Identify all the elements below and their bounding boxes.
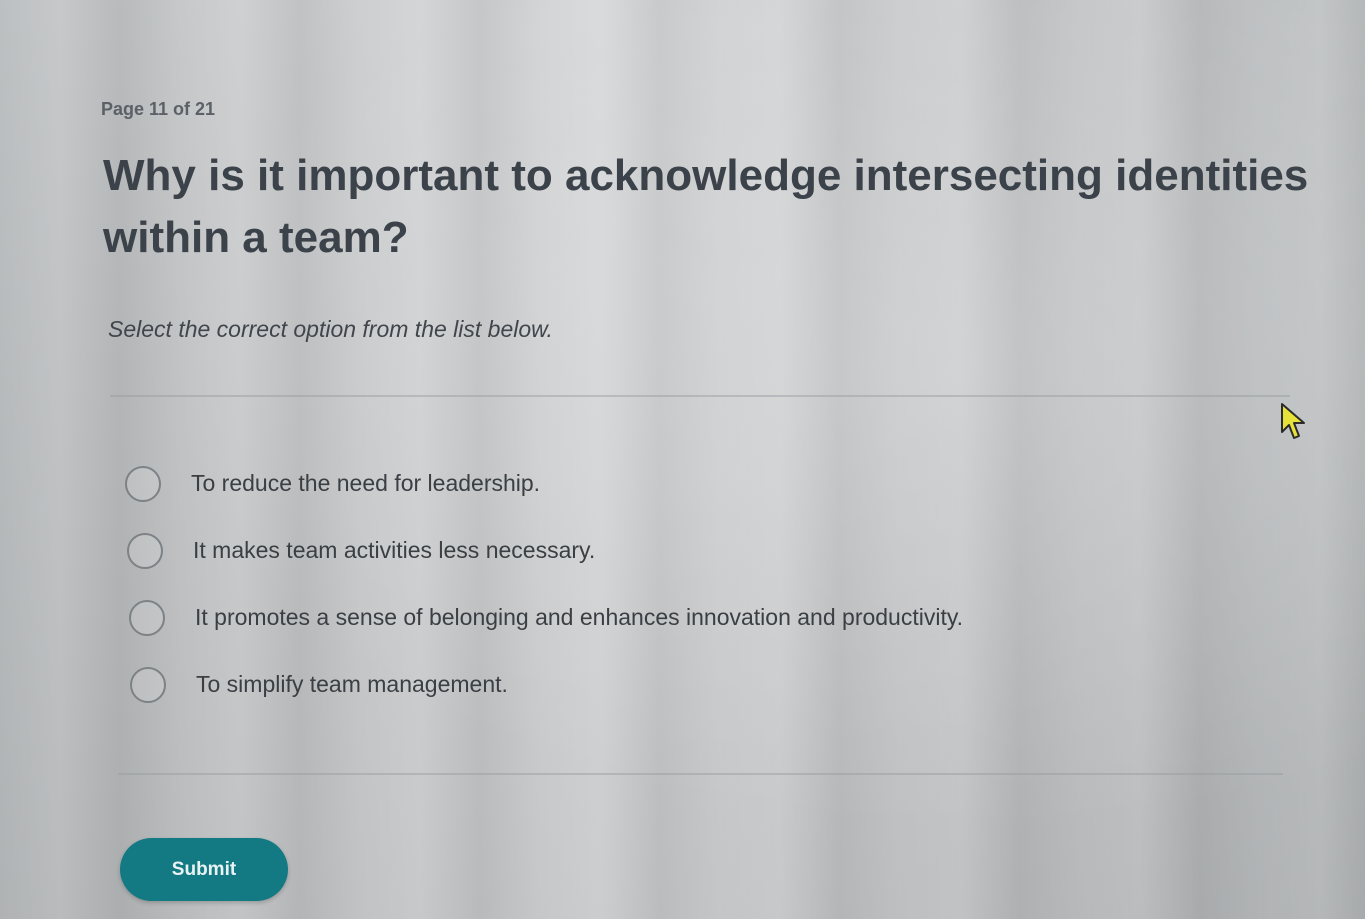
instruction-text: Select the correct option from the list … [108, 316, 553, 342]
divider [118, 773, 1283, 775]
answer-options: To reduce the need for leadership. It ma… [125, 450, 1225, 718]
quiz-page: Page 11 of 21 Why is it important to ack… [0, 0, 1365, 919]
answer-option-1[interactable]: To reduce the need for leadership. [125, 450, 1225, 517]
divider [110, 395, 1290, 397]
radio-button[interactable] [129, 599, 165, 636]
question-title: Why is it important to acknowledge inter… [103, 151, 1309, 262]
answer-option-label[interactable]: To reduce the need for leadership. [191, 470, 540, 497]
radio-button[interactable] [125, 465, 161, 502]
answer-option-3[interactable]: It promotes a sense of belonging and enh… [129, 584, 1225, 651]
mouse-pointer-icon [1281, 403, 1305, 439]
radio-button[interactable] [127, 532, 163, 569]
radio-button[interactable] [130, 666, 166, 703]
submit-button[interactable]: Submit [120, 838, 288, 901]
answer-option-label[interactable]: It promotes a sense of belonging and enh… [195, 604, 963, 631]
answer-option-label[interactable]: To simplify team management. [196, 671, 508, 698]
answer-option-4[interactable]: To simplify team management. [130, 651, 1225, 718]
answer-option-2[interactable]: It makes team activities less necessary. [127, 517, 1225, 584]
page-indicator: Page 11 of 21 [101, 99, 216, 119]
answer-option-label[interactable]: It makes team activities less necessary. [193, 537, 595, 564]
